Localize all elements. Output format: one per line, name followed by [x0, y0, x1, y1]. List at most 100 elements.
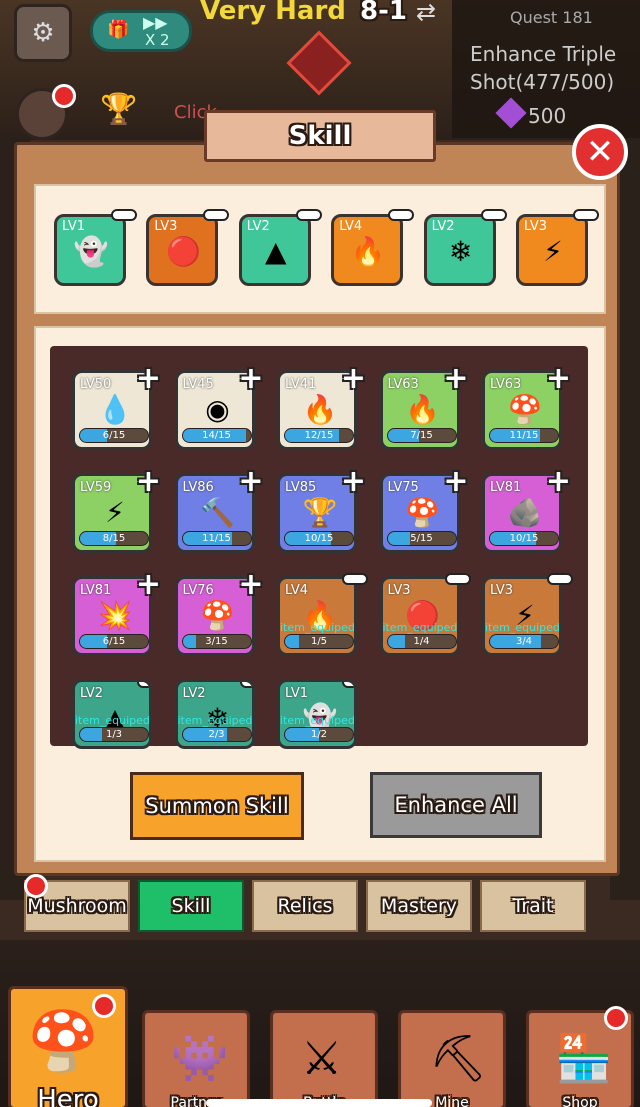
quest-number: Quest 181: [510, 8, 593, 27]
add-skill-button[interactable]: +: [546, 361, 571, 396]
nav-partner[interactable]: 👾 Partner: [142, 1010, 250, 1107]
add-skill-button[interactable]: +: [238, 464, 263, 499]
unequip-button[interactable]: [295, 209, 322, 221]
nav-shop-label: Shop: [562, 1095, 598, 1107]
skill-card[interactable]: LV41 🔥 12/15 +: [277, 361, 366, 450]
enhance-all-button[interactable]: Enhance All: [370, 772, 542, 838]
tab-mastery[interactable]: Mastery: [366, 880, 472, 932]
settings-gear-icon[interactable]: ⚙: [14, 4, 72, 62]
skill-progress-bar: 1/3: [79, 727, 149, 742]
quest-panel[interactable]: Quest 181 Enhance Triple Shot(477/500) 5…: [452, 0, 640, 138]
unequip-button[interactable]: [111, 209, 137, 221]
skill-card[interactable]: LV59 ⚡ 8/15 +: [72, 464, 161, 553]
unequip-button[interactable]: [480, 209, 507, 221]
tab-trait[interactable]: Trait: [480, 880, 586, 932]
nav-battle[interactable]: ⚔ Battle: [270, 1010, 378, 1107]
remove-skill-button[interactable]: [547, 573, 573, 585]
add-skill-button[interactable]: +: [238, 567, 263, 602]
skill-card[interactable]: LV76 🍄 3/15 +: [174, 567, 264, 656]
explosion-icon: 💥: [97, 598, 133, 632]
unequip-button[interactable]: [573, 209, 599, 221]
skill-progress-bar: 3/15: [181, 634, 252, 649]
skill-progress-text: 14/15: [202, 430, 231, 441]
skill-card[interactable]: LV2 ▲ item_equiped 1/3: [72, 679, 152, 749]
skill-card[interactable]: LV85 🏆 10/15 +: [277, 464, 366, 553]
add-skill-button[interactable]: +: [341, 361, 366, 396]
equipped-slot[interactable]: LV4 🔥: [331, 209, 415, 286]
skill-card[interactable]: LV86 🔨 11/15 +: [174, 464, 264, 553]
summon-skill-button[interactable]: Summon Skill: [130, 772, 304, 840]
mushroom-icon: 🍄: [200, 598, 235, 632]
lightning-icon: ⚡: [543, 234, 563, 268]
speed-toggle[interactable]: 🎁 ▶▶ X 2: [90, 10, 192, 52]
remove-skill-button[interactable]: [342, 573, 368, 585]
skill-progress-text: 10/15: [304, 533, 334, 544]
skill-progress-text: 6/15: [102, 430, 126, 441]
equipped-slot[interactable]: LV3 🔴: [146, 209, 230, 286]
equipped-slot[interactable]: LV2 ▲: [238, 209, 322, 286]
skill-card[interactable]: LV1 👻 item_equiped 1/2: [277, 679, 357, 749]
fireball-icon: 🔴: [165, 234, 201, 268]
skill-progress-text: 3/4: [515, 636, 533, 647]
add-skill-button[interactable]: +: [136, 361, 161, 396]
equipped-slot[interactable]: LV3 ⚡: [516, 209, 599, 286]
skill-card[interactable]: LV81 🪨 10/15 +: [482, 464, 571, 553]
trophy-icon[interactable]: 🏆: [100, 92, 137, 127]
mushroom-pair-icon: 🍄: [405, 495, 440, 529]
add-skill-button[interactable]: +: [443, 464, 468, 499]
skill-progress-text: 1/4: [413, 636, 430, 647]
skill-progress-bar: 11/15: [489, 428, 559, 443]
skill-card[interactable]: LV81 💥 6/15 +: [72, 567, 161, 656]
crossed-swords-icon: ⚔: [301, 1031, 343, 1085]
tab-skill[interactable]: Skill: [138, 880, 244, 932]
speed-label: X 2: [145, 31, 170, 49]
nav-mine[interactable]: ⛏ Mine: [398, 1010, 506, 1107]
skill-progress-bar: 7/15: [386, 428, 457, 443]
add-skill-button[interactable]: +: [443, 361, 468, 396]
skill-card[interactable]: LV2 ❄ item_equiped 2/3: [174, 679, 255, 749]
equipped-slot[interactable]: LV1 👻: [54, 209, 137, 286]
shovel-icon: ⛏: [429, 1031, 488, 1085]
skill-card[interactable]: LV3 🔴 item_equiped 1/4: [379, 573, 471, 656]
swap-icon[interactable]: ⇄: [416, 0, 436, 26]
notification-dot: [52, 84, 76, 108]
add-skill-button[interactable]: +: [238, 361, 263, 396]
equipped-label: item_equiped: [75, 714, 150, 727]
tab-mastery-label: Mastery: [380, 895, 458, 917]
equipped-slot[interactable]: LV2 ❄: [423, 209, 507, 286]
tab-relics[interactable]: Relics: [252, 880, 358, 932]
add-skill-button[interactable]: +: [136, 464, 161, 499]
skill-card[interactable]: LV45 ◉ 14/15 +: [174, 361, 264, 450]
skill-progress-text: 2/3: [208, 729, 225, 740]
skill-card[interactable]: LV63 🍄 11/15 +: [482, 361, 571, 450]
fire-icon: 🔥: [350, 234, 386, 268]
gem-icon: [495, 97, 527, 129]
mushrooms-icon: 🍄: [507, 392, 543, 426]
skill-progress-bar: 6/15: [79, 634, 149, 649]
skill-card[interactable]: LV75 🍄 5/15 +: [379, 464, 469, 553]
skill-card[interactable]: LV50 💧 6/15 +: [72, 361, 161, 450]
skill-progress-bar: 10/15: [284, 531, 354, 546]
skill-card[interactable]: LV3 ⚡ item_equiped 3/4: [482, 573, 573, 656]
skill-progress-bar: 2/3: [181, 727, 252, 742]
skill-card[interactable]: LV63 🔥 7/15 +: [379, 361, 469, 450]
unequip-button[interactable]: [388, 209, 415, 221]
unequip-button[interactable]: [203, 209, 230, 221]
ghost-icon: 👻: [73, 234, 109, 268]
skill-progress-bar: 8/15: [79, 531, 149, 546]
skill-progress-text: 1/5: [310, 636, 328, 647]
hammer-icon: 🔨: [200, 495, 235, 529]
stage-label: 8-1: [360, 0, 407, 26]
notification-dot: [92, 994, 116, 1018]
equipped-label: item_equiped: [177, 714, 253, 727]
add-skill-button[interactable]: +: [341, 464, 366, 499]
skill-progress-bar: 10/15: [489, 531, 559, 546]
add-skill-button[interactable]: +: [546, 464, 571, 499]
skill-card[interactable]: LV4 🔥 item_equiped 1/5: [277, 573, 368, 656]
remove-skill-button[interactable]: [444, 573, 471, 585]
notification-dot: [604, 1006, 628, 1030]
close-button[interactable]: ✕: [572, 124, 628, 180]
add-skill-button[interactable]: +: [136, 567, 161, 602]
orb-icon: ◉: [205, 392, 230, 426]
skill-progress-text: 11/15: [509, 430, 539, 441]
